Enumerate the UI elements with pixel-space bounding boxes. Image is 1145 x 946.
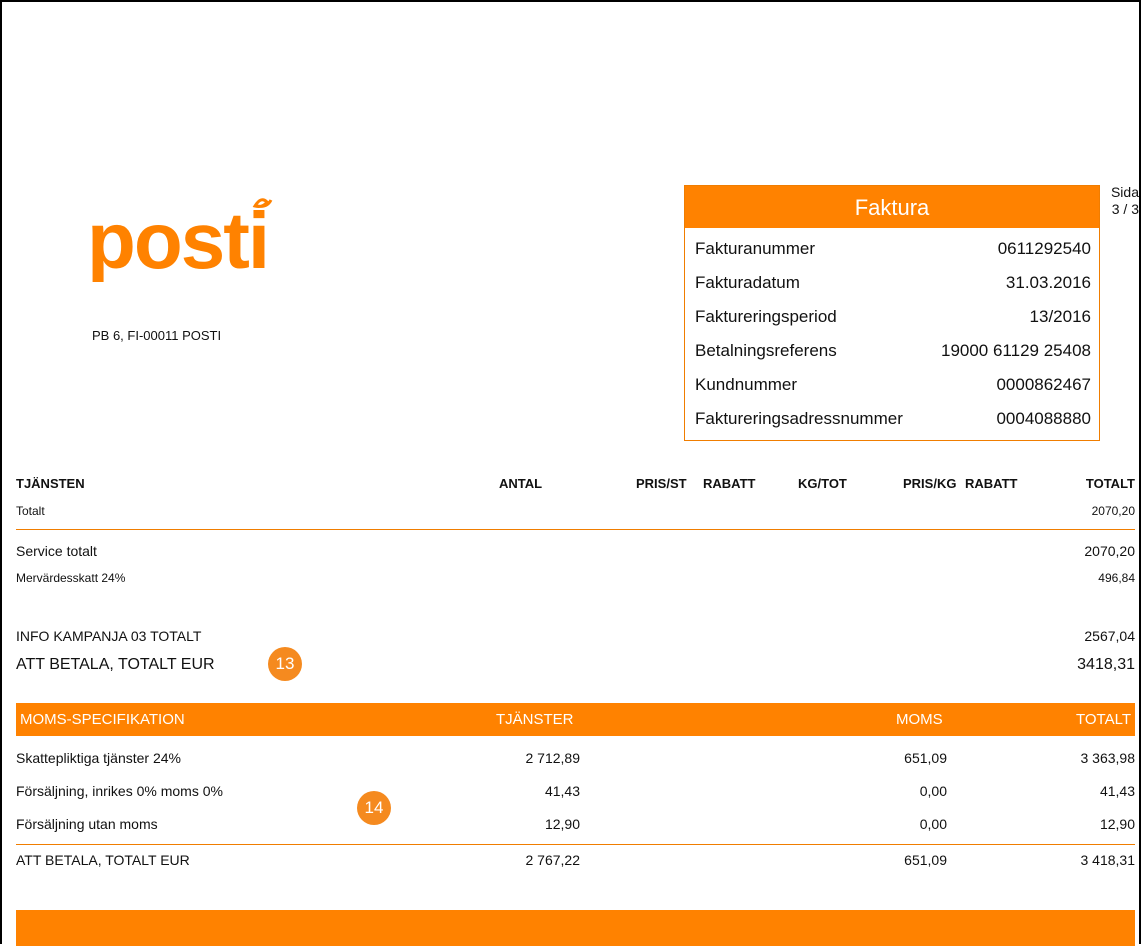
vat-spec-total-total: 3 418,31: [1080, 852, 1136, 868]
vat-spec-total-services: 2 767,22: [525, 852, 581, 868]
vat-spec-header-total: TOTALT: [1075, 711, 1131, 728]
col-header-discount-kg: RABATT: [965, 476, 1018, 491]
callout-badge: 13: [268, 647, 302, 681]
vat-spec-row-vat: 651,09: [904, 750, 947, 766]
invoice-title: Faktura: [685, 186, 1099, 228]
info-total-value: 2567,04: [1084, 628, 1135, 644]
to-pay-value: 3418,31: [1077, 656, 1135, 673]
page-indicator: Sida 3 / 3: [1105, 184, 1139, 218]
service-total-value: 2070,20: [1084, 543, 1135, 559]
vat-spec-row-services: 41,43: [544, 783, 580, 799]
vat-spec-row-total: 41,43: [1099, 783, 1135, 799]
divider: [16, 844, 1135, 845]
vat-label: Mervärdesskatt 24%: [16, 571, 126, 585]
vat-spec-header-title: MOMS-SPECIFIKATION: [20, 711, 185, 728]
invoice-page: posti PB 6, FI-00011 POSTI Faktura Faktu…: [0, 0, 1141, 946]
total-row-value: 2070,20: [1091, 504, 1135, 518]
invoice-info-box: Faktura Fakturanummer 0611292540 Fakturad…: [684, 185, 1100, 441]
vat-spec-row-label: Försäljning utan moms: [16, 816, 158, 832]
vat-spec-row-services: 2 712,89: [525, 750, 581, 766]
col-header-discount: RABATT: [703, 476, 756, 491]
vat-spec-total-vat: 651,09: [904, 852, 947, 868]
vat-spec-row-services: 12,90: [544, 816, 580, 832]
service-total-label: Service totalt: [16, 543, 97, 559]
col-header-price-kg: PRIS/KG: [903, 476, 957, 491]
vat-spec-row-label: Försäljning, inrikes 0% moms 0%: [16, 783, 223, 799]
vat-spec-header-services: TJÄNSTER: [496, 711, 574, 728]
page-indicator-value: 3 / 3: [1111, 201, 1139, 217]
vat-spec-header-bar: MOMS-SPECIFIKATION TJÄNSTER MOMS TOTALT: [16, 703, 1135, 736]
divider: [16, 529, 1135, 530]
sender-address: PB 6, FI-00011 POSTI: [92, 328, 222, 343]
col-header-kg-total: KG/TOT: [798, 476, 847, 491]
callout-badge: 14: [357, 791, 391, 825]
col-header-price-each: PRIS/ST: [636, 476, 687, 491]
vat-value: 496,84: [1098, 571, 1135, 585]
vat-spec-row-total: 12,90: [1099, 816, 1135, 832]
page-indicator-label: Sida: [1110, 184, 1139, 200]
vat-spec-row-vat: 0,00: [919, 816, 947, 832]
vat-spec-row-total: 3 363,98: [1080, 750, 1136, 766]
posti-logo: posti: [87, 196, 273, 282]
vat-spec-total-label: ATT BETALA, TOTALT EUR: [16, 852, 190, 868]
vat-spec-header-vat: MOMS: [896, 711, 943, 728]
col-header-total: TOTALT: [1085, 476, 1135, 491]
vat-spec-row-label: Skattepliktiga tjänster 24%: [16, 750, 181, 766]
col-header-quantity: ANTAL: [499, 476, 543, 491]
col-header-service: TJÄNSTEN: [16, 476, 85, 491]
footer-bar: [16, 910, 1135, 946]
to-pay-label: ATT BETALA, TOTALT EUR: [16, 656, 215, 673]
svg-text:posti: posti: [87, 196, 268, 282]
total-row-label: Totalt: [16, 504, 45, 518]
vat-spec-row-vat: 0,00: [919, 783, 947, 799]
info-total-label: INFO KAMPANJA 03 TOTALT: [16, 628, 202, 644]
